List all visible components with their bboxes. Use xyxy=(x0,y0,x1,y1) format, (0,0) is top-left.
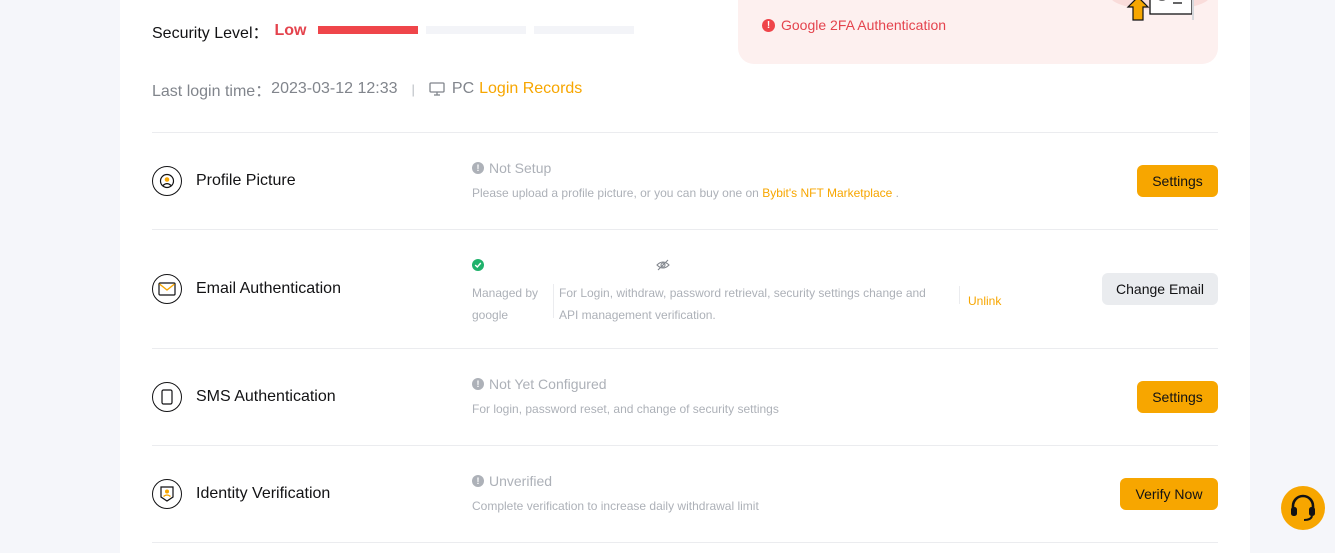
sms-desc: For login, password reset, and change of… xyxy=(472,402,779,416)
identity-status-text: Unverified xyxy=(489,473,553,489)
security-illustration-icon xyxy=(1112,0,1208,21)
avatar-icon xyxy=(152,166,182,196)
login-records-link[interactable]: Login Records xyxy=(479,80,582,98)
profile-desc-text: Please upload a profile picture, or you … xyxy=(472,186,759,200)
divider xyxy=(553,284,554,318)
security-level: Security Level： Low xyxy=(152,21,307,42)
security-bar-1 xyxy=(318,26,418,34)
profile-desc-end: . xyxy=(895,186,899,200)
security-card: Security Level： Low Last login time： 202… xyxy=(120,0,1250,553)
profile-picture-title: Profile Picture xyxy=(196,172,296,189)
divider xyxy=(152,348,1218,349)
phone-icon xyxy=(152,382,182,412)
sms-settings-button[interactable]: Settings xyxy=(1137,381,1218,413)
divider xyxy=(152,229,1218,230)
change-email-button[interactable]: Change Email xyxy=(1102,273,1218,305)
last-login-label: Last login time： xyxy=(152,83,272,100)
monitor-icon xyxy=(429,82,445,96)
email-auth-title: Email Authentication xyxy=(196,280,341,297)
sms-status-text: Not Yet Configured xyxy=(489,376,607,392)
eye-off-icon[interactable] xyxy=(656,258,670,272)
email-managed-by: Managed by google xyxy=(472,286,539,322)
support-button[interactable] xyxy=(1281,486,1325,530)
check-icon xyxy=(472,259,484,271)
divider xyxy=(152,132,1218,133)
divider xyxy=(152,445,1218,446)
profile-settings-button[interactable]: Settings xyxy=(1137,165,1218,197)
info-icon: ! xyxy=(472,475,484,487)
nft-marketplace-link[interactable]: Bybit's NFT Marketplace xyxy=(762,186,892,200)
profile-desc: Please upload a profile picture, or you … xyxy=(472,186,899,200)
identity-desc: Complete verification to increase daily … xyxy=(472,499,759,513)
security-bar-2 xyxy=(426,26,526,34)
identity-verification-title: Identity Verification xyxy=(196,485,331,502)
email-desc: For Login, withdraw, password retrieval,… xyxy=(559,286,926,322)
security-bar-3 xyxy=(534,26,634,34)
promo-warning-text: Google 2FA Authentication xyxy=(781,17,947,33)
envelope-icon xyxy=(152,274,182,304)
warning-icon: ! xyxy=(762,18,775,32)
security-promo: ! Google 2FA Authentication xyxy=(738,0,1218,64)
promo-warning[interactable]: ! Google 2FA Authentication xyxy=(762,17,946,33)
profile-status-text: Not Setup xyxy=(489,160,552,176)
divider xyxy=(959,286,960,304)
id-badge-icon xyxy=(152,479,182,509)
last-login-time: 2023-03-12 12:33 xyxy=(271,80,398,97)
divider xyxy=(152,542,1218,543)
unlink-link[interactable]: Unlink xyxy=(968,294,1001,308)
info-icon: ! xyxy=(472,378,484,390)
verify-now-button[interactable]: Verify Now xyxy=(1120,478,1218,510)
identity-status: ! Unverified xyxy=(472,473,552,489)
device-type: PC xyxy=(451,80,475,97)
headset-icon xyxy=(1291,494,1315,521)
separator: | xyxy=(411,81,415,97)
last-login: Last login time： 2023-03-12 12:33 | PC L… xyxy=(152,79,582,100)
sms-auth-title: SMS Authentication xyxy=(196,388,336,405)
security-level-value: Low xyxy=(274,22,307,39)
info-icon: ! xyxy=(472,162,484,174)
security-level-label: Security Level： xyxy=(152,25,269,42)
profile-status: ! Not Setup xyxy=(472,160,551,176)
sms-status: ! Not Yet Configured xyxy=(472,376,607,392)
